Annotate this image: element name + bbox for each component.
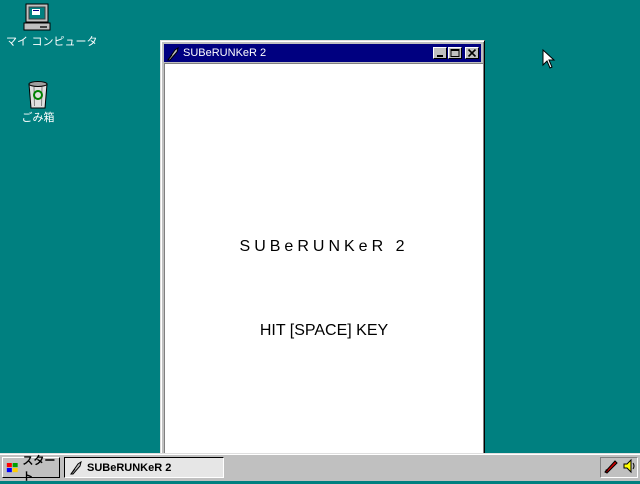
my-computer-icon xyxy=(22,2,54,34)
minimize-button[interactable] xyxy=(433,47,447,59)
window-title: SUBeRUNKeR 2 xyxy=(183,47,267,59)
recycle-bin-icon xyxy=(22,78,54,110)
window-titlebar[interactable]: SUBeRUNKeR 2 xyxy=(164,44,481,62)
game-canvas[interactable]: SUBeRUNKeR 2 HIT [SPACE] KEY xyxy=(164,63,483,463)
mouse-cursor-icon xyxy=(542,48,556,75)
quill-pen-icon xyxy=(69,460,83,475)
maximize-button[interactable] xyxy=(448,47,462,59)
maximize-icon xyxy=(450,49,460,57)
desktop: マイ コンピュータ ごみ箱 SUBeRUNKeR 2 SUBeRUNKeR 2 … xyxy=(0,0,640,465)
desktop-icon-label: ごみ箱 xyxy=(21,111,55,124)
desktop-icon-my-computer[interactable]: マイ コンピュータ xyxy=(6,2,98,48)
windows-logo-icon xyxy=(6,462,18,472)
start-button[interactable]: スタート xyxy=(2,454,60,483)
start-label: スタート xyxy=(22,453,56,483)
desktop-icon-recycle-bin[interactable]: ごみ箱 xyxy=(6,78,70,124)
app-window: SUBeRUNKeR 2 SUBeRUNKeR 2 HIT [SPACE] KE… xyxy=(160,40,485,465)
quill-pen-icon xyxy=(166,46,180,61)
taskbar: スタート SUBeRUNKeR 2 xyxy=(0,453,640,483)
volume-speaker-icon[interactable] xyxy=(622,458,636,478)
taskbar-button-label: SUBeRUNKeR 2 xyxy=(87,461,172,474)
start-prompt: HIT [SPACE] KEY xyxy=(259,322,389,339)
close-button[interactable] xyxy=(465,47,479,59)
game-title: SUBeRUNKeR 2 xyxy=(239,238,409,255)
close-icon xyxy=(467,49,477,57)
pen-input-icon[interactable] xyxy=(603,458,619,478)
taskbar-button-suberunker[interactable]: SUBeRUNKeR 2 xyxy=(64,457,224,478)
minimize-icon xyxy=(437,55,443,57)
desktop-icon-label: マイ コンピュータ xyxy=(6,35,98,48)
system-tray xyxy=(600,457,638,478)
